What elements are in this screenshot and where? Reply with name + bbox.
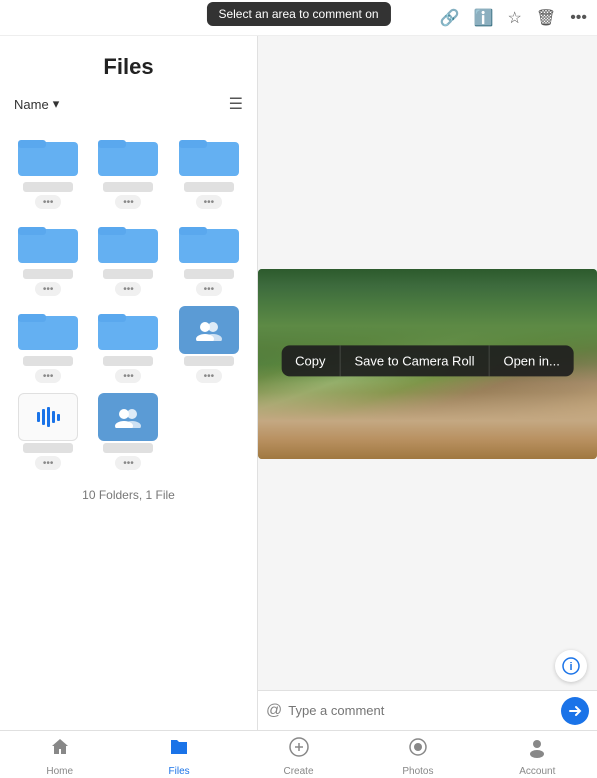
file-name [184,356,234,366]
sort-label: Name [14,97,49,112]
files-summary: 10 Folders, 1 File [0,478,257,510]
home-label: Home [46,766,73,777]
list-view-icon[interactable]: ☰ [229,94,243,114]
select-tooltip: Select an area to comment on [206,2,390,26]
top-bar-icons: 🔗 ℹ️ ☆ 🗑 ••• [440,8,587,28]
folder-icon [18,219,78,267]
star-icon[interactable]: ☆ [508,8,522,28]
home-icon [49,736,71,764]
name-sort-button[interactable]: Name ▾ [14,96,59,112]
file-more-button[interactable]: ••• [35,195,61,209]
photos-label: Photos [402,766,433,777]
list-item[interactable]: ••• [8,213,88,300]
folder-icon [179,219,239,267]
save-to-camera-roll-button[interactable]: Save to Camera Roll [341,345,490,376]
right-panel: Copy Save to Camera Roll Open in... i 0 … [258,36,597,730]
svg-text:i: i [569,661,572,673]
file-name [23,182,73,192]
image-area: Copy Save to Camera Roll Open in... i [258,36,597,692]
comment-input[interactable] [288,703,555,718]
list-item[interactable]: ••• [88,387,168,474]
bottom-nav: Home Files Create Photos Account [0,730,597,778]
list-item[interactable]: ••• [8,300,88,387]
info-icon[interactable]: ℹ️ [474,8,494,28]
file-name [103,269,153,279]
send-icon [568,704,582,718]
left-panel: Files Name ▾ ☰ ••• ••• [0,36,258,730]
folder-icon [18,306,78,354]
context-menu: Copy Save to Camera Roll Open in... [281,345,574,376]
file-more-button[interactable]: ••• [115,369,141,383]
list-item[interactable]: ••• [8,387,88,474]
files-nav-icon [168,736,190,764]
photos-icon [407,736,429,764]
list-item[interactable]: ••• [169,213,249,300]
nav-item-files[interactable]: Files [119,732,238,777]
file-name [23,443,73,453]
folder-icon [98,219,158,267]
send-button[interactable] [561,697,589,725]
info-button[interactable]: i [555,650,587,682]
file-more-button[interactable]: ••• [115,456,141,470]
account-label: Account [519,766,555,777]
nav-item-home[interactable]: Home [0,732,119,777]
account-icon [526,736,548,764]
file-more-button[interactable]: ••• [35,282,61,296]
shared-folder-icon-2 [98,393,158,441]
comment-input-bar: @ [258,690,597,730]
file-more-button[interactable]: ••• [35,456,61,470]
folder-icon [98,306,158,354]
create-label: Create [284,766,314,777]
chevron-down-icon: ▾ [53,96,60,112]
file-name [23,269,73,279]
list-item[interactable]: ••• [88,213,168,300]
list-item[interactable]: ••• [88,300,168,387]
nav-item-create[interactable]: Create [239,732,358,777]
tooltip-text: Select an area to comment on [218,7,378,21]
create-icon [288,736,310,764]
file-more-button[interactable]: ••• [196,195,222,209]
files-title: Files [0,36,257,90]
shared-folder-icon [179,306,239,354]
top-bar: Select an area to comment on 🔗 ℹ️ ☆ 🗑 ••… [0,0,597,36]
list-item[interactable]: ••• [169,300,249,387]
folder-icon [179,132,239,180]
file-grid: ••• ••• ••• ••• [0,122,257,478]
copy-button[interactable]: Copy [281,345,340,376]
file-name [184,182,234,192]
file-name [103,356,153,366]
file-more-button[interactable]: ••• [115,195,141,209]
file-more-button[interactable]: ••• [196,282,222,296]
folder-icon [98,132,158,180]
file-name [103,182,153,192]
nav-item-photos[interactable]: Photos [358,732,477,777]
files-header: Name ▾ ☰ [0,90,257,122]
list-item[interactable]: ••• [169,126,249,213]
nav-item-account[interactable]: Account [478,732,597,777]
file-more-button[interactable]: ••• [196,369,222,383]
file-more-button[interactable]: ••• [115,282,141,296]
more-icon[interactable]: ••• [570,9,587,27]
list-item[interactable]: ••• [8,126,88,213]
files-nav-label: Files [169,766,190,777]
file-name [23,356,73,366]
link-icon[interactable]: 🔗 [440,8,460,28]
trash-icon[interactable]: 🗑 [536,8,556,28]
park-image[interactable]: Copy Save to Camera Roll Open in... [258,269,597,459]
at-icon: @ [266,702,282,720]
folder-icon [18,132,78,180]
file-more-button[interactable]: ••• [35,369,61,383]
file-name [184,269,234,279]
file-name [103,443,153,453]
open-in-button[interactable]: Open in... [489,345,573,376]
audio-file-icon [18,393,78,441]
list-item[interactable]: ••• [88,126,168,213]
